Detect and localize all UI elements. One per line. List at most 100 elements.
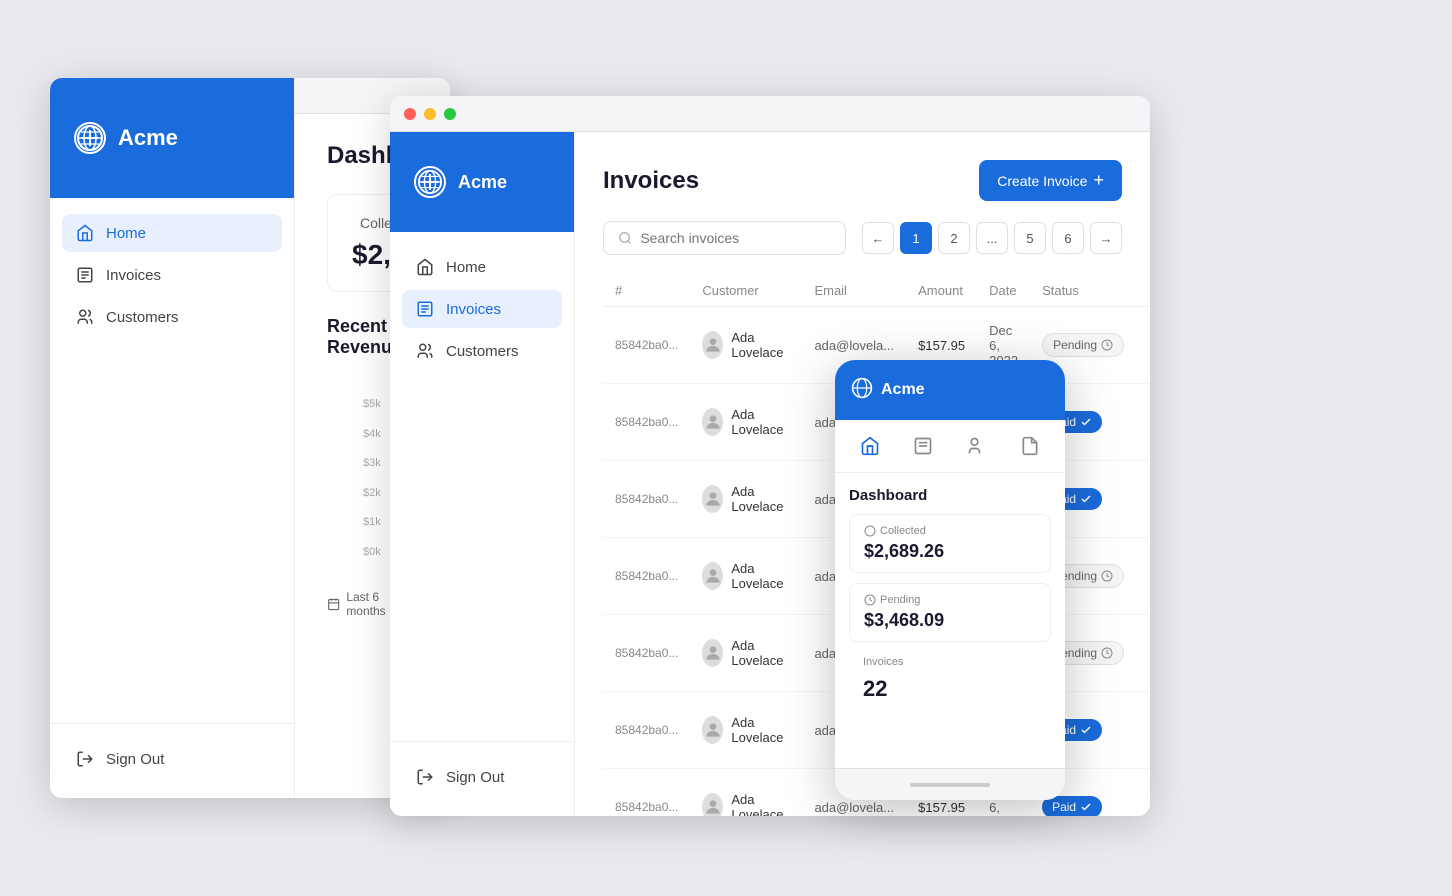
search-icon [618,230,632,246]
edit-button[interactable] [1148,781,1150,807]
collected-label: Collected [352,215,393,231]
minimize-dot-2[interactable] [424,108,436,120]
sidebar-item-home[interactable]: Home [62,214,282,252]
prev-page-button[interactable]: ← [862,222,894,254]
window-mobile: Acme Dashboard Collected $2,689.26 [835,360,1065,800]
cell-actions [1136,769,1150,817]
mobile-invoices-icon[interactable] [905,428,941,464]
logo-area-2: Acme [390,132,574,232]
sidebar2-item-customers[interactable]: Customers [402,332,562,370]
mobile-bottom-bar [835,768,1065,800]
home-icon [76,224,94,242]
sign-out-2[interactable]: Sign Out [402,758,562,796]
invoices-icon-2 [416,300,434,318]
avatar [702,716,723,744]
mobile-header: Acme [835,360,1065,420]
sidebar-bottom-1: Sign Out [50,723,294,798]
col-status: Status [1030,275,1136,307]
search-input[interactable] [640,230,831,246]
delete-button[interactable] [1148,576,1150,602]
next-page-button[interactable]: → [1090,222,1122,254]
edit-button[interactable] [1148,473,1150,499]
delete-button[interactable] [1148,653,1150,679]
mobile-app-name: Acme [881,381,925,399]
page-5-button[interactable]: 5 [1014,222,1046,254]
cell-customer: Ada Lovelace [690,538,802,615]
edit-button[interactable] [1148,319,1150,345]
avatar [702,331,723,359]
sidebar-item-invoices[interactable]: Invoices [62,256,282,294]
home-indicator [910,783,990,787]
cell-id: 85842ba0... [603,461,690,538]
sidebar2-item-home[interactable]: Home [402,248,562,286]
avatar [702,562,723,590]
sign-out-label-1: Sign Out [106,751,164,768]
cell-id: 85842ba0... [603,615,690,692]
sidebar-2: Acme Home Invoices Customers [390,132,575,816]
col-email: Email [802,275,906,307]
mobile-dollar-icon [864,525,876,537]
cell-customer: Ada Lovelace [690,615,802,692]
col-date: Date [977,275,1030,307]
avatar [702,485,723,513]
sign-out-1[interactable]: Sign Out [62,740,282,778]
customers-label: Customers [106,309,179,326]
invoices-label-2: Invoices [446,301,501,318]
y-label-4k: $4k [363,428,381,440]
edit-button[interactable] [1148,396,1150,422]
cell-actions [1136,538,1150,615]
sign-out-label-2: Sign Out [446,769,504,786]
globe-icon [74,122,106,154]
invoices-title: Invoices [603,167,699,195]
app-name-2: Acme [458,172,507,193]
avatar [702,793,723,816]
page-2-button[interactable]: 2 [938,222,970,254]
delete-button[interactable] [1148,422,1150,448]
fullscreen-dot-2[interactable] [444,108,456,120]
edit-button[interactable] [1148,627,1150,653]
delete-button[interactable] [1148,730,1150,756]
cell-id: 85842ba0... [603,769,690,817]
avatar [702,639,723,667]
mobile-clock-icon [864,594,876,606]
y-label-5k: $5k [363,398,381,410]
sidebar-item-customers[interactable]: Customers [62,298,282,336]
y-label-2k: $2k [363,487,381,499]
mobile-pending-value: $3,468.09 [864,610,1036,631]
search-pagination-row: ← 1 2 ... 5 6 → [603,221,1122,255]
delete-button[interactable] [1148,499,1150,525]
mobile-dashboard-title: Dashboard [849,487,1051,504]
invoices-icon [76,266,94,284]
pagination: ← 1 2 ... 5 6 → [862,222,1122,254]
page-6-button[interactable]: 6 [1052,222,1084,254]
col-actions [1136,275,1150,307]
home-label-2: Home [446,259,486,276]
cell-id: 85842ba0... [603,384,690,461]
cell-customer: Ada Lovelace [690,307,802,384]
mobile-docs-icon[interactable] [1012,428,1048,464]
mobile-customers-icon[interactable] [959,428,995,464]
mobile-nav [835,420,1065,473]
sidebar2-item-invoices[interactable]: Invoices [402,290,562,328]
mobile-home-icon[interactable] [852,428,888,464]
mobile-pending-card: Pending $3,468.09 [849,583,1051,642]
create-invoice-button[interactable]: Create Invoice + [979,160,1122,201]
home-icon-2 [416,258,434,276]
delete-button[interactable] [1148,807,1150,816]
search-bar[interactable] [603,221,846,255]
nav-1: Home Invoices Customers [50,198,294,723]
delete-button[interactable] [1148,345,1150,371]
mobile-content: Dashboard Collected $2,689.26 Pending $3… [835,473,1065,783]
cell-id: 85842ba0... [603,307,690,384]
close-dot-2[interactable] [404,108,416,120]
y-label-3k: $3k [363,457,381,469]
y-label-0k: $0k [363,546,381,558]
cell-customer: Ada Lovelace [690,384,802,461]
page-1-button[interactable]: 1 [900,222,932,254]
edit-button[interactable] [1148,704,1150,730]
edit-button[interactable] [1148,550,1150,576]
y-label-1k: $1k [363,516,381,528]
mobile-collected-card: Collected $2,689.26 [849,514,1051,573]
mobile-pending-label: Pending [864,594,1036,606]
nav-2: Home Invoices Customers [390,232,574,741]
